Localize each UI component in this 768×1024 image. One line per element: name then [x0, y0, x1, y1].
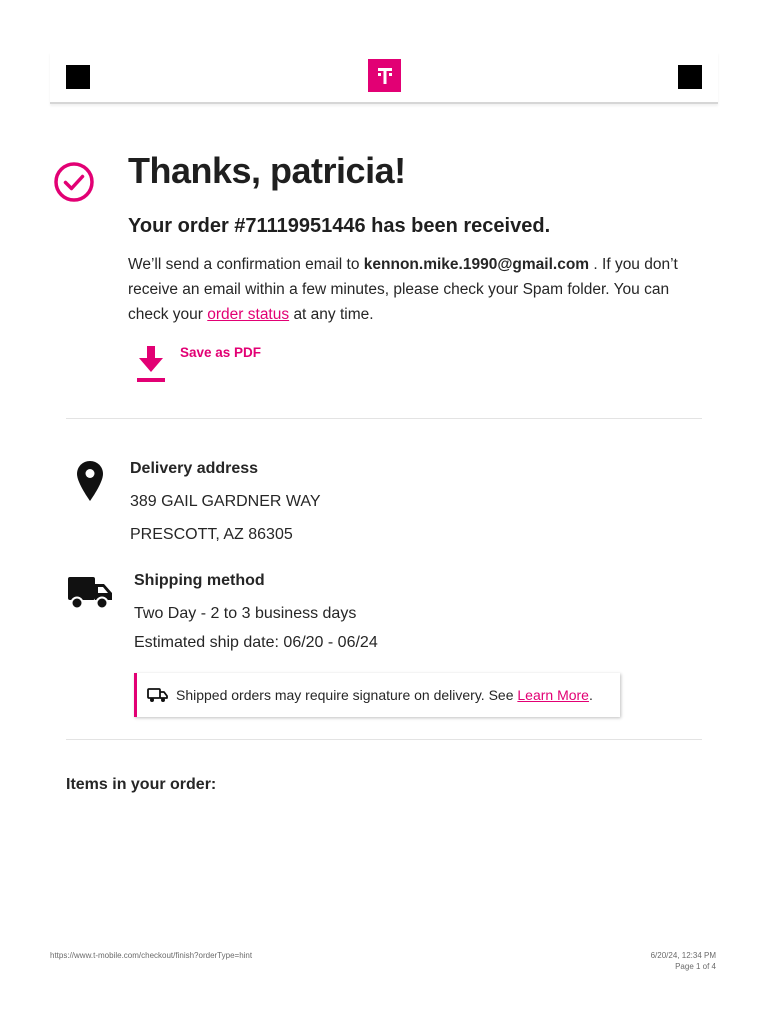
- site-header: [50, 52, 718, 104]
- learn-more-link[interactable]: Learn More: [517, 687, 589, 703]
- download-icon[interactable]: [136, 344, 166, 384]
- footer-datetime: 6/20/24, 12:34 PM: [650, 951, 716, 960]
- order-status-link[interactable]: order status: [207, 306, 289, 323]
- truck-outline-icon: [147, 687, 168, 702]
- estimated-ship-date: Estimated ship date: 06/20 - 06/24: [134, 634, 378, 651]
- shipping-method-value: Two Day - 2 to 3 business days: [134, 605, 357, 622]
- order-received-heading: Your order #71119951446 has been receive…: [128, 215, 551, 237]
- notice-text: Shipped orders may require signature on …: [176, 687, 514, 703]
- truck-icon: [68, 577, 112, 610]
- cart-icon[interactable]: [678, 65, 702, 89]
- thanks-title: Thanks, patricia!: [128, 150, 406, 191]
- footer-url: https://www.t-mobile.com/checkout/finish…: [50, 951, 253, 960]
- customer-email: kennon.mike.1990@gmail.com: [363, 256, 590, 273]
- section-divider: [66, 739, 702, 740]
- t-logo-glyph: [377, 67, 392, 84]
- confirmation-message: We’ll send a confirmation email to kenno…: [128, 252, 688, 327]
- address-line-1: 389 GAIL GARDNER WAY: [130, 493, 321, 510]
- footer-page-number: Page 1 of 4: [675, 962, 716, 971]
- delivery-address-title: Delivery address: [130, 460, 259, 477]
- signature-notice: Shipped orders may require signature on …: [134, 673, 620, 717]
- section-divider: [66, 418, 702, 419]
- save-as-pdf-button[interactable]: Save as PDF: [180, 345, 261, 360]
- notice-suffix: .: [588, 687, 593, 703]
- items-heading: Items in your order:: [66, 776, 217, 793]
- confirmation-text-3: at any time.: [293, 306, 374, 323]
- confirmation-text-1: We’ll send a confirmation email to: [128, 256, 360, 273]
- shipping-method-title: Shipping method: [134, 572, 265, 589]
- notice-message: Shipped orders may require signature on …: [176, 687, 593, 703]
- map-pin-icon: [77, 461, 103, 501]
- menu-icon[interactable]: [66, 65, 90, 89]
- t-mobile-logo[interactable]: [368, 59, 401, 92]
- check-circle-icon: [54, 162, 94, 202]
- address-line-2: PRESCOTT, AZ 86305: [130, 526, 293, 543]
